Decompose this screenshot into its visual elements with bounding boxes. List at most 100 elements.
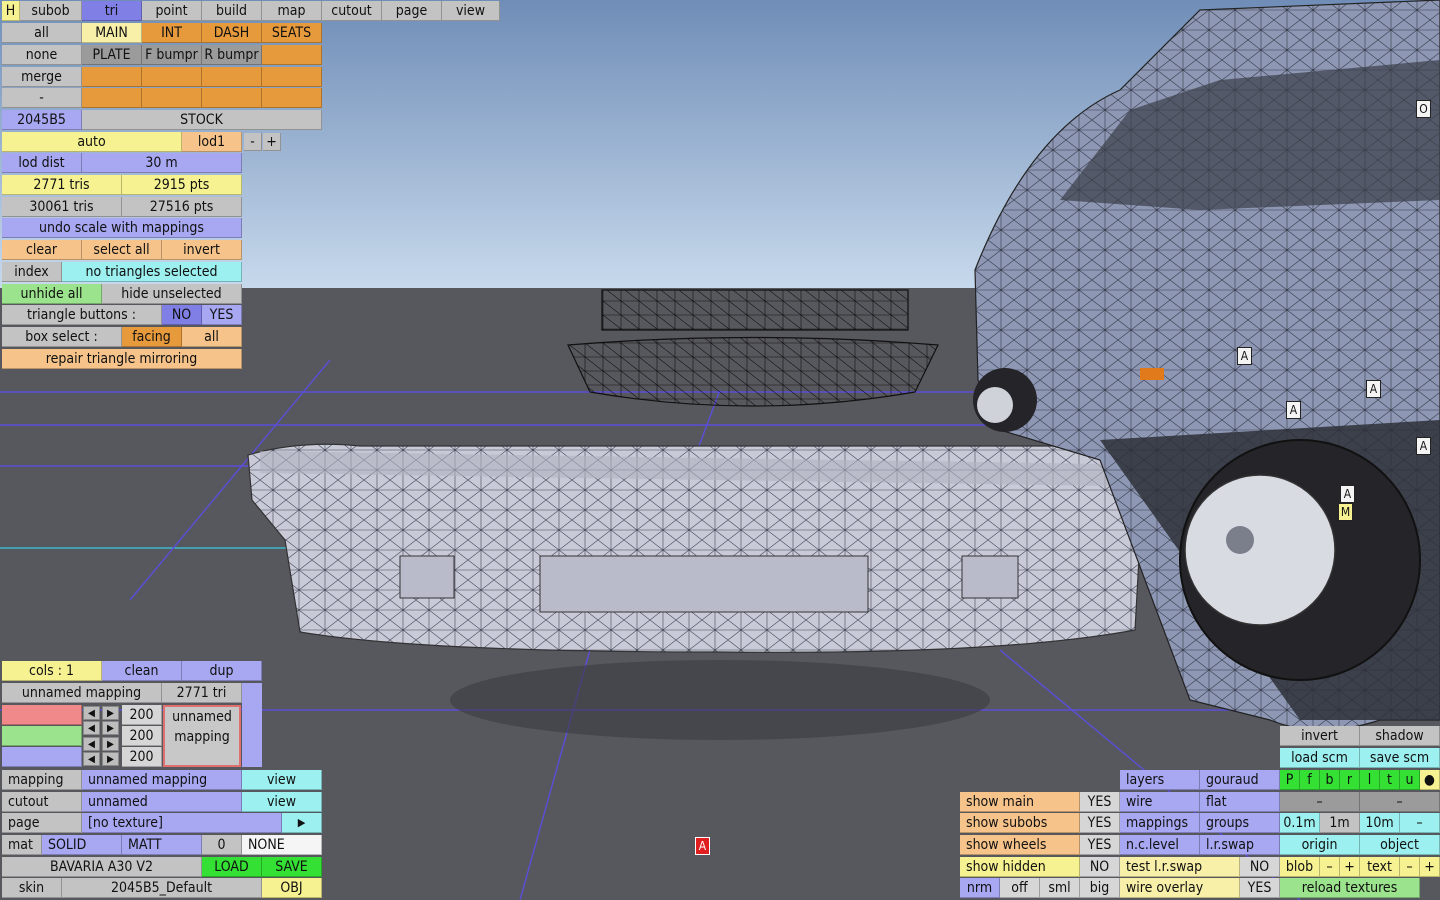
merge-button[interactable]: merge <box>2 67 82 87</box>
subob-seats[interactable]: SEATS <box>262 23 322 43</box>
subob-slot[interactable] <box>262 45 322 65</box>
index-button[interactable]: index <box>2 262 62 282</box>
subob-main[interactable]: MAIN <box>82 23 142 43</box>
tab-tri[interactable]: tri <box>82 1 142 21</box>
show-subobs-toggle[interactable]: YES <box>1080 813 1120 833</box>
subob-slot[interactable] <box>82 67 142 87</box>
test-lr-swap-button[interactable]: test l.r.swap <box>1120 857 1240 877</box>
text-button[interactable]: text <box>1360 857 1400 877</box>
dash-button-2[interactable]: – <box>1360 792 1440 812</box>
load-scm-button[interactable]: load scm <box>1280 748 1360 768</box>
cutout-select[interactable]: unnamed <box>82 792 242 812</box>
subob-slot[interactable] <box>142 88 202 108</box>
mappings-button[interactable]: mappings <box>1120 813 1200 833</box>
lr-swap-button[interactable]: l.r.swap <box>1200 835 1280 855</box>
off-button[interactable]: off <box>1000 878 1040 898</box>
red-value[interactable]: 200 <box>122 705 162 725</box>
origin-button[interactable]: origin <box>1280 835 1360 855</box>
blob-button[interactable]: blob <box>1280 857 1320 877</box>
subob-slot[interactable] <box>262 88 322 108</box>
skin-select[interactable]: 2045B5_Default <box>62 878 262 898</box>
blue-slider[interactable] <box>2 747 82 767</box>
clear-button[interactable]: clear <box>2 240 82 260</box>
dup-button[interactable]: dup <box>182 661 262 681</box>
select-none-subobs[interactable]: none <box>2 45 82 65</box>
mat-matt[interactable]: MATT <box>122 835 202 855</box>
blue-increase[interactable]: ▶ <box>102 737 119 751</box>
origin-marker[interactable]: O <box>1416 100 1431 118</box>
page-select[interactable]: [no texture] <box>82 813 282 833</box>
show-main-label[interactable]: show main <box>960 792 1080 812</box>
text-plus[interactable]: + <box>1420 857 1440 877</box>
object-button[interactable]: object <box>1360 835 1440 855</box>
tab-map[interactable]: map <box>262 1 322 21</box>
blue-decrease[interactable]: ◀ <box>83 737 100 751</box>
cols-button[interactable]: cols : 1 <box>2 661 102 681</box>
wire-button[interactable]: wire <box>1120 792 1200 812</box>
tab-page[interactable]: page <box>382 1 442 21</box>
anchor-marker[interactable]: A <box>1286 401 1301 419</box>
anchor-marker[interactable]: A <box>1340 485 1355 503</box>
red-decrease[interactable]: ◀ <box>83 706 100 720</box>
flag-p[interactable]: P <box>1280 770 1300 790</box>
flag-dot[interactable]: ● <box>1420 770 1440 790</box>
tab-point[interactable]: point <box>142 1 202 21</box>
wire-overlay-toggle[interactable]: YES <box>1240 878 1280 898</box>
lod-plus[interactable]: + <box>263 133 281 151</box>
invert-view-button[interactable]: invert <box>1280 726 1360 746</box>
tab-view[interactable]: view <box>442 1 500 21</box>
blob-plus[interactable]: + <box>1340 857 1360 877</box>
box-select-facing[interactable]: facing <box>122 327 182 347</box>
page-next-button[interactable]: ▶ <box>282 813 322 833</box>
mapping-view-button[interactable]: view <box>242 770 322 790</box>
reload-textures-button[interactable]: reload textures <box>1280 878 1420 898</box>
nc-level-button[interactable]: n.c.level <box>1120 835 1200 855</box>
big-button[interactable]: big <box>1080 878 1120 898</box>
step-10m[interactable]: 10m <box>1360 813 1400 833</box>
repair-mirroring-button[interactable]: repair triangle mirroring <box>2 349 242 369</box>
tab-build[interactable]: build <box>202 1 262 21</box>
hide-unselected-button[interactable]: hide unselected <box>102 284 242 304</box>
sml-button[interactable]: sml <box>1040 878 1080 898</box>
obj-button[interactable]: OBJ <box>262 878 322 898</box>
flag-l[interactable]: l <box>1360 770 1380 790</box>
mapping-select[interactable]: unnamed mapping <box>82 770 242 790</box>
subob-plate[interactable]: PLATE <box>82 45 142 65</box>
paint-color[interactable]: 2045B5 <box>2 110 82 130</box>
flag-r[interactable]: r <box>1340 770 1360 790</box>
mat-value[interactable]: 0 <box>202 835 242 855</box>
groups-button[interactable]: groups <box>1200 813 1280 833</box>
clean-button[interactable]: clean <box>102 661 182 681</box>
lod-dist-value[interactable]: 30 m <box>82 153 242 173</box>
subob-r-bumpr[interactable]: R bumpr <box>202 45 262 65</box>
flag-b[interactable]: b <box>1320 770 1340 790</box>
triangle-buttons-yes[interactable]: YES <box>202 305 242 325</box>
green-increase[interactable]: ▶ <box>102 721 119 735</box>
show-wheels-toggle[interactable]: YES <box>1080 835 1120 855</box>
subob-slot[interactable] <box>202 88 262 108</box>
lod-minus[interactable]: - <box>244 133 262 151</box>
red-slider[interactable] <box>2 705 82 725</box>
anchor-marker[interactable]: A <box>1237 347 1252 365</box>
load-button[interactable]: LOAD <box>202 857 262 877</box>
blob-minus[interactable]: – <box>1320 857 1340 877</box>
gouraud-button[interactable]: gouraud <box>1200 770 1280 790</box>
flat-button[interactable]: flat <box>1200 792 1280 812</box>
undo-scale-button[interactable]: undo scale with mappings <box>2 218 242 238</box>
select-all-subobs[interactable]: all <box>2 23 82 43</box>
subob-slot[interactable] <box>262 67 322 87</box>
green-slider[interactable] <box>2 726 82 746</box>
green-decrease[interactable]: ◀ <box>83 721 100 735</box>
lod-auto[interactable]: auto <box>2 132 182 152</box>
step-1m[interactable]: 1m <box>1320 813 1360 833</box>
subob-int[interactable]: INT <box>142 23 202 43</box>
mat-none[interactable]: NONE <box>242 835 322 855</box>
nrm-button[interactable]: nrm <box>960 878 1000 898</box>
show-hidden-label[interactable]: show hidden <box>960 857 1080 877</box>
test-lr-swap-toggle[interactable]: NO <box>1240 857 1280 877</box>
step-0-1m[interactable]: 0.1m <box>1280 813 1320 833</box>
save-button[interactable]: SAVE <box>262 857 322 877</box>
subob-slot[interactable] <box>142 67 202 87</box>
flag-t[interactable]: t <box>1380 770 1400 790</box>
box-select-all[interactable]: all <box>182 327 242 347</box>
